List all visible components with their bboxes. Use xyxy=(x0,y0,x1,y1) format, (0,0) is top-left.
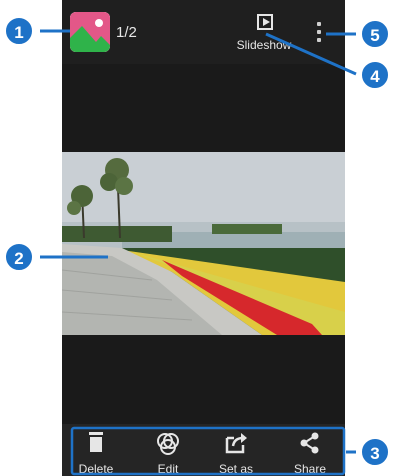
gallery-app-icon[interactable] xyxy=(70,12,110,52)
edit-button[interactable]: Edit xyxy=(138,428,198,476)
callout-badge-5: 5 xyxy=(360,19,390,49)
callout-badge-3: 3 xyxy=(360,437,390,467)
photo-preview[interactable] xyxy=(62,152,345,335)
bottom-action-bar: Delete Edit Set as Share xyxy=(62,424,345,476)
menu-dot xyxy=(317,30,321,34)
set-as-label: Set as xyxy=(218,462,254,476)
share-icon xyxy=(300,432,319,454)
gallery-viewer-screen: 1/2 Slideshow Delete Edit Set as Share xyxy=(62,0,345,476)
slideshow-button[interactable]: Slideshow xyxy=(232,12,296,58)
edit-label: Edit xyxy=(157,462,179,476)
share-button[interactable]: Share xyxy=(280,428,340,476)
menu-dot xyxy=(317,38,321,42)
image-counter: 1/2 xyxy=(116,24,137,41)
share-label: Share xyxy=(293,462,327,476)
trash-icon xyxy=(89,432,103,452)
play-icon xyxy=(257,14,273,30)
top-action-bar: 1/2 Slideshow xyxy=(62,0,345,64)
callout-badge-4: 4 xyxy=(360,60,390,90)
slideshow-label: Slideshow xyxy=(236,38,292,52)
callout-badge-1: 1 xyxy=(4,16,34,46)
delete-label: Delete xyxy=(78,462,114,476)
set-as-icon xyxy=(225,433,247,454)
callout-badge-2: 2 xyxy=(4,242,34,272)
delete-button[interactable]: Delete xyxy=(66,428,126,476)
menu-dot xyxy=(317,22,321,26)
set-as-button[interactable]: Set as xyxy=(206,428,266,476)
overflow-menu-button[interactable] xyxy=(314,20,324,46)
edit-effects-icon xyxy=(157,433,179,455)
